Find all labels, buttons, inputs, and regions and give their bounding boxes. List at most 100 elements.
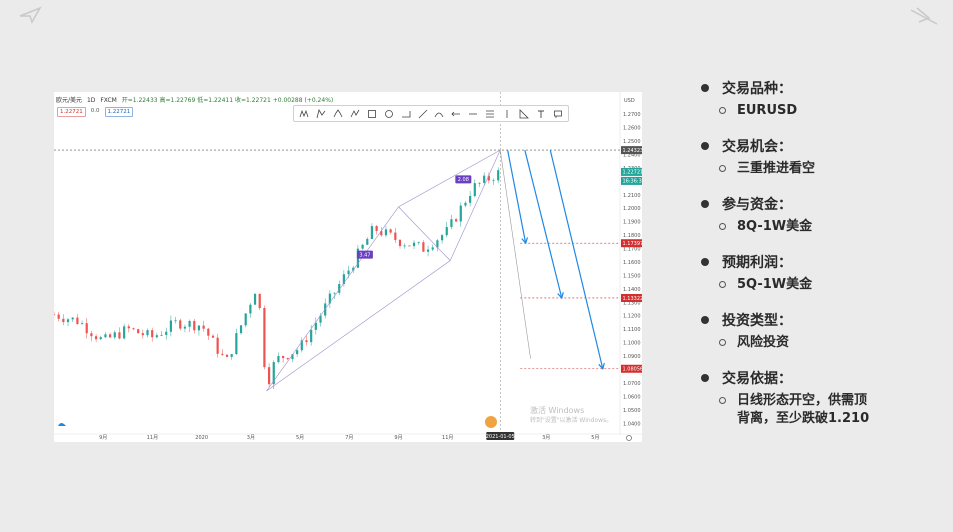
xabcd-pattern-icon[interactable]: [298, 108, 310, 120]
bullet-ring-icon: [719, 223, 726, 230]
projection-arrow[interactable]: [549, 149, 604, 369]
cloud-icon[interactable]: [58, 423, 66, 426]
candle: [459, 205, 462, 222]
path-icon[interactable]: [400, 108, 412, 120]
x-tick-label: 9月: [99, 435, 107, 441]
bullet-ring-icon: [719, 397, 726, 404]
candle: [94, 336, 98, 340]
bullet-dot-icon: [701, 84, 709, 92]
candle: [132, 328, 135, 330]
x-tick-label: 7月: [345, 435, 353, 441]
bullet-ring-icon: [719, 281, 726, 288]
wedge-inner-line[interactable]: [398, 206, 451, 261]
info-value-row: 三重推进看空: [695, 160, 945, 190]
candle: [113, 332, 116, 338]
y-tick-label: 1.1600: [623, 260, 641, 266]
y-tick-label: 1.2100: [623, 193, 641, 199]
text-icon[interactable]: [535, 108, 547, 120]
projection-arrow[interactable]: [524, 149, 563, 299]
candle: [80, 323, 84, 325]
cypher-pattern-icon[interactable]: [315, 108, 327, 120]
curve-icon[interactable]: [433, 108, 445, 120]
fib-icon[interactable]: [484, 108, 496, 120]
info-value: 8Q-1W美金: [737, 219, 813, 234]
info-value: 风险投资: [737, 335, 790, 350]
chart-panel[interactable]: 1.27001.26001.25001.24001.23001.22001.21…: [54, 92, 642, 442]
avatar-icon[interactable]: [485, 416, 497, 428]
symbol-label[interactable]: 欧元/美元: [56, 97, 82, 104]
source-label: FXCM: [100, 97, 117, 104]
candle: [99, 337, 102, 340]
y-tick-label: 1.1800: [623, 233, 641, 239]
candle: [478, 182, 481, 184]
info-item: 参与资金： 8Q-1W美金: [695, 190, 945, 248]
candle: [333, 292, 336, 294]
long-position-icon[interactable]: [518, 108, 530, 120]
interval-label[interactable]: 1D: [87, 97, 95, 104]
candle: [286, 358, 289, 360]
candle: [258, 293, 261, 308]
info-heading: 交易依据：: [695, 364, 945, 392]
vertical-line-icon[interactable]: [501, 108, 513, 120]
buy-price-button[interactable]: 1.22721: [104, 107, 134, 117]
ohlc-readout: 开=1.22433 高=1.22769 低=1.22411 收=1.22721 …: [121, 97, 334, 104]
projection-arrow[interactable]: [507, 149, 527, 244]
info-heading: 投资类型：: [695, 306, 945, 334]
brush-icon[interactable]: [417, 108, 429, 120]
info-label: 交易依据：: [722, 371, 792, 387]
candle: [197, 325, 201, 331]
candle: [267, 367, 271, 385]
info-value: 5Q-1W美金: [737, 277, 813, 292]
abcd-pattern-icon[interactable]: [349, 108, 361, 120]
y-tick-label: 1.2600: [623, 126, 641, 132]
candle: [408, 245, 411, 247]
trend-line-icon[interactable]: [467, 108, 479, 120]
candle: [62, 318, 65, 323]
bullet-dot-icon: [701, 142, 709, 150]
candle: [426, 249, 430, 252]
candlestick-chart[interactable]: 1.27001.26001.25001.24001.23001.22001.21…: [54, 92, 642, 442]
info-heading: 交易机会：: [695, 132, 945, 160]
arrow-icon[interactable]: [450, 108, 462, 120]
candle: [277, 356, 280, 363]
rectangle-icon[interactable]: [366, 108, 378, 120]
candle: [469, 196, 472, 203]
candle: [389, 229, 392, 233]
countdown-label: 16:36:32: [623, 179, 643, 185]
ellipse-icon[interactable]: [383, 108, 395, 120]
candle: [366, 238, 369, 245]
y-tick-label: 1.1500: [623, 273, 641, 279]
candle: [90, 333, 93, 337]
note-icon[interactable]: [552, 108, 564, 120]
head-shoulders-icon[interactable]: [332, 108, 344, 120]
sell-price-button[interactable]: 1.22721: [57, 107, 86, 117]
y-tick-label: 1.0900: [623, 354, 641, 360]
candle: [141, 333, 144, 336]
corner-decoration-right: [910, 7, 938, 25]
candle: [235, 333, 238, 355]
candle: [455, 219, 458, 222]
y-tick-label: 1.2000: [623, 206, 641, 212]
candle: [57, 314, 60, 319]
price-level-label: 1.24323: [623, 148, 643, 154]
price-level-label: 1.13322: [623, 296, 643, 302]
current-price-label: 1.22721: [623, 170, 643, 176]
wedge-lower-line[interactable]: [266, 150, 501, 392]
candle: [422, 242, 425, 252]
pattern-ratio-label: 3.47: [359, 252, 370, 258]
candle: [314, 322, 317, 330]
wedge-upper-line[interactable]: [266, 149, 501, 392]
candle: [394, 232, 397, 240]
candle: [431, 247, 434, 250]
candle: [403, 245, 406, 247]
candle: [207, 328, 210, 336]
info-label: 交易品种：: [722, 81, 792, 97]
candle: [155, 335, 158, 338]
info-item: 投资类型： 风险投资: [695, 306, 945, 364]
x-tick-label: 3月: [247, 435, 255, 441]
candle: [137, 329, 140, 334]
watermark-line-2: 转到"设置"以激活 Windows。: [530, 417, 613, 424]
candle: [76, 317, 79, 324]
candle: [310, 329, 313, 343]
y-tick-label: 1.2700: [623, 112, 641, 118]
